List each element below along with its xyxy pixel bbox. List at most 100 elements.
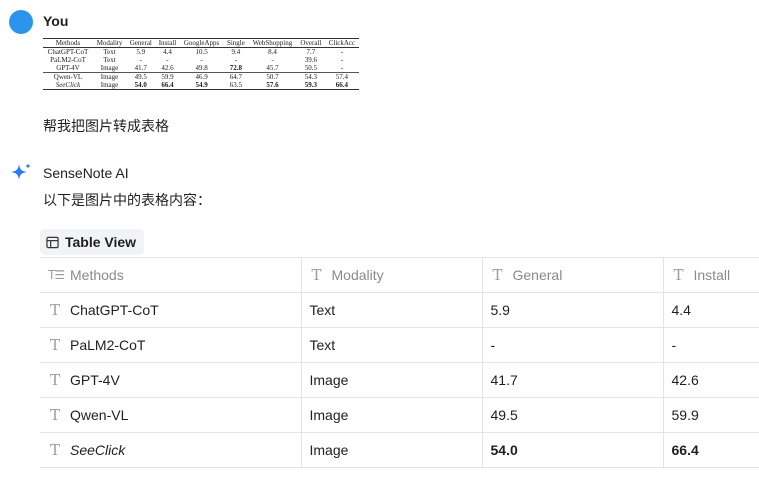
text-type-icon: T [311,265,322,284]
table-row: T SeeClick Image 54.0 66.4 [40,432,759,468]
table-row: T Qwen-VL Image 49.5 59.9 [40,397,759,433]
image-table-cell: SeeClick [55,81,81,89]
image-table-cell: 72.8 [229,64,242,72]
image-table-cell: 49.8 [195,64,208,72]
table-view-label: Table View [65,234,137,250]
image-table-cell: 46.9 [179,72,224,81]
result-table: T☰ Methods T Modality T General T Install TC… [40,257,759,468]
image-table-cell: 42.6 [161,64,174,72]
image-table-cell: 50.7 [248,72,297,81]
table-cell[interactable]: 66.4 [663,432,759,468]
table-cell[interactable]: 42.6 [663,362,759,398]
image-table-cell: 45.7 [266,64,279,72]
image-table-cell: - [234,56,238,64]
table-cell[interactable]: T GPT-4V [40,362,302,398]
cell-text: Text [309,337,336,353]
image-table-row: Qwen-VL Image 49.5 59.9 46.9 64.7 50.7 5… [43,72,359,81]
image-table-header: Single [226,39,245,47]
table-cell[interactable]: Image [301,362,483,398]
image-table-cell: Qwen-VL [43,72,93,81]
cell-text: 41.7 [490,372,518,388]
column-header-label: Install [693,267,731,283]
table-cell[interactable]: 4.4 [663,292,759,328]
column-header-label: General [512,267,563,283]
image-table-header: Install [158,39,177,47]
image-table-cell: Text [103,48,116,56]
table-cell[interactable]: 41.7 [482,362,664,398]
cell-text: 5.9 [490,302,510,318]
table-cell[interactable]: T SeeClick [40,432,302,468]
column-header-label: Modality [331,267,384,283]
table-view-button[interactable]: Table View [40,229,145,255]
image-table-row: ChatGPT-CoT Text 5.9 4.4 10.5 9.4 8.4 7.… [43,48,359,57]
image-table-cell: 9.4 [231,48,241,56]
image-table-cell: 57.4 [324,72,359,81]
text-type-icon: T [49,300,60,319]
cell-text: 49.5 [490,407,518,423]
table-cell[interactable]: - [663,327,759,363]
image-table-cell: 59.9 [155,72,180,81]
table-cell[interactable]: T Qwen-VL [40,397,302,433]
image-table-cell: 7.7 [306,48,316,56]
column-header-label: Methods [70,267,124,283]
image-table-row: PaLM2-CoT Text - - - - - 39.6 - [43,56,359,64]
attached-table-image[interactable]: Methods Modality General Install GoogleA… [43,38,359,102]
image-table-cell: - [139,56,142,64]
image-table-cell: - [340,48,344,56]
table-cell[interactable]: T ChatGPT-CoT [40,292,302,328]
image-table-cell: 49.5 [126,72,156,81]
column-header-methods[interactable]: T☰ Methods [40,257,302,293]
cell-text: Image [309,407,349,423]
image-table-header: GoogleApps [183,39,220,47]
image-table-header: WebShopping [252,39,293,47]
title-lines-icon: T☰ [48,268,65,282]
image-table-header: General [129,39,152,47]
image-table-cell: - [200,56,203,64]
table-row: T GPT-4V Image 41.7 42.6 [40,362,759,398]
text-type-icon: T [492,265,503,284]
table-cell[interactable]: Image [301,397,483,433]
table-row: T PaLM2-CoT Text - - [40,327,759,363]
table-header-row: T☰ Methods T Modality T General T Install [40,257,759,293]
image-table-cell: 4.4 [163,48,172,56]
cell-text: - [671,337,677,353]
image-table-cell: 5.9 [136,48,146,56]
text-type-icon: T [49,370,60,389]
table-cell[interactable]: Image [301,432,483,468]
image-table-cell: Image [100,81,119,89]
table-cell[interactable]: - [482,327,664,363]
cell-text: Text [309,302,336,318]
image-table-cell: 57.6 [266,81,279,89]
table-cell[interactable]: 5.9 [482,292,664,328]
image-table-cell: 59.3 [304,81,317,89]
cell-text: GPT-4V [70,372,120,388]
text-type-icon: T [49,440,60,459]
text-type-icon: T [49,405,60,424]
image-table-cell: PaLM2-CoT [50,56,86,64]
image-table-row: GPT-4V Image 41.7 42.6 49.8 72.8 45.7 50… [43,64,359,73]
column-header-install[interactable]: T Install [663,257,759,293]
cell-text: - [490,337,496,353]
image-table-row: SeeClick Image 54.0 66.4 54.9 63.5 57.6 … [43,81,359,90]
image-table-cell: - [340,56,344,64]
assistant-name: SenseNote AI [43,165,129,181]
cell-text: Image [309,372,349,388]
image-table-cell: - [271,56,274,64]
column-header-general[interactable]: T General [482,257,664,293]
table-cell[interactable]: T PaLM2-CoT [40,327,302,363]
table-cell[interactable]: 49.5 [482,397,664,433]
table-cell[interactable]: Text [301,292,483,328]
image-table: Methods Modality General Install GoogleA… [43,38,359,90]
image-table-cell: ChatGPT-CoT [47,48,89,56]
image-table-cell: 64.7 [223,72,249,81]
image-table-cell: 54.3 [296,72,325,81]
cell-text: 42.6 [671,372,699,388]
table-cell[interactable]: Text [301,327,483,363]
image-table-cell: - [166,56,169,64]
image-table-cell: Image [92,72,127,81]
column-header-modality[interactable]: T Modality [301,257,483,293]
table-cell[interactable]: 54.0 [482,432,664,468]
cell-text: 66.4 [671,442,699,458]
table-cell[interactable]: 59.9 [663,397,759,433]
cell-text: Image [309,442,349,458]
